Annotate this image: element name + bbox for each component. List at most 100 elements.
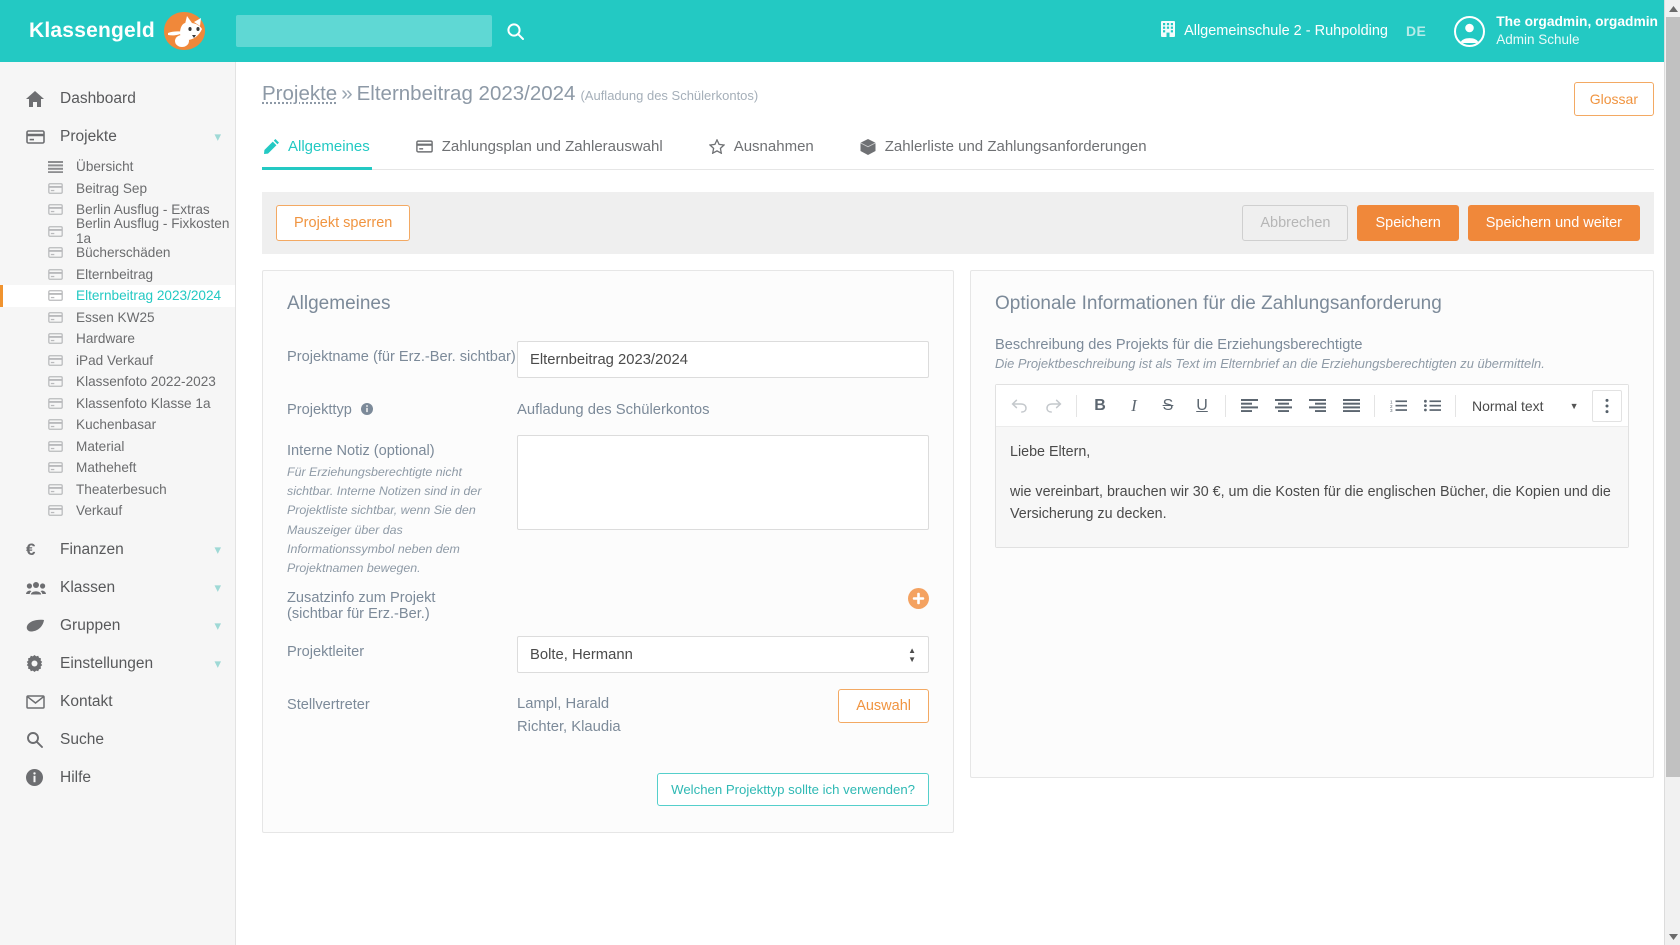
italic-button[interactable]: I xyxy=(1117,390,1151,422)
sidebar-subitem-essen-kw25[interactable]: Essen KW25 xyxy=(0,307,235,329)
search-input[interactable] xyxy=(236,15,492,47)
user-menu[interactable]: The orgadmin, orgadmin Admin Schule xyxy=(1454,13,1658,48)
project-type-help-button[interactable]: Welchen Projekttyp sollte ich verwenden? xyxy=(657,773,929,807)
sidebar-item-label: Gruppen xyxy=(60,616,121,634)
sidebar-subitem-klassenfoto-klasse-1a[interactable]: Klassenfoto Klasse 1a xyxy=(0,393,235,415)
project-lead-select[interactable]: Bolte, Hermann ▲ ▼ xyxy=(517,636,929,674)
sidebar-subitem-uebersicht[interactable]: Übersicht xyxy=(0,156,235,178)
vertical-scrollbar[interactable] xyxy=(1664,0,1680,945)
sidebar-item-label: Einstellungen xyxy=(60,654,154,672)
sidebar-subitem-elternbeitrag-2023-2024[interactable]: Elternbeitrag 2023/2024 xyxy=(0,285,235,307)
sidebar-item-dashboard[interactable]: Dashboard xyxy=(0,80,235,118)
sidebar-subitem-label: iPad Verkauf xyxy=(76,352,154,368)
sidebar-subitem-label: Kuchenbasar xyxy=(76,417,157,433)
sidebar-subitem-label: Elternbeitrag 2023/2024 xyxy=(76,288,222,304)
language-switcher[interactable]: DE xyxy=(1406,23,1426,39)
chevron-down-icon: ▾ xyxy=(214,579,221,595)
kebab-menu-icon[interactable] xyxy=(1592,389,1622,422)
tab-allgemeines[interactable]: Allgemeines xyxy=(262,128,372,170)
tab-zahlungsplan[interactable]: Zahlungsplan und Zahlerauswahl xyxy=(414,128,665,170)
sidebar-subitem-matheheft[interactable]: Matheheft xyxy=(0,457,235,479)
project-lead-value: Bolte, Hermann xyxy=(530,646,633,663)
scroll-up-icon[interactable] xyxy=(1665,0,1680,17)
sidebar-item-klassen[interactable]: Klassen ▾ xyxy=(0,569,235,607)
save-button[interactable]: Speichern xyxy=(1357,205,1459,241)
tab-zahlerliste[interactable]: Zahlerliste und Zahlungsanforderungen xyxy=(858,128,1149,170)
sidebar-item-label: Hilfe xyxy=(60,768,92,786)
school-selector[interactable]: Allgemeinschule 2 - Ruhpolding xyxy=(1161,21,1388,41)
scroll-down-icon[interactable] xyxy=(1665,928,1680,945)
pencil-icon xyxy=(264,139,279,154)
sidebar-item-einstellungen[interactable]: Einstellungen ▾ xyxy=(0,645,235,683)
cancel-button[interactable]: Abbrechen xyxy=(1242,205,1349,241)
tab-ausnahmen[interactable]: Ausnahmen xyxy=(707,128,816,170)
sidebar-subitem-material[interactable]: Material xyxy=(0,436,235,458)
sidebar-subitem-ipad-verkauf[interactable]: iPad Verkauf xyxy=(0,350,235,372)
ordered-list-icon[interactable]: 1 2 3 xyxy=(1381,390,1415,422)
sidebar-subitem-hardware[interactable]: Hardware xyxy=(0,328,235,350)
sidebar-item-finanzen[interactable]: € Finanzen ▾ xyxy=(0,531,235,569)
breadcrumb: Projekte» Elternbeitrag 2023/2024 (Aufladu… xyxy=(262,82,758,107)
card-icon xyxy=(48,290,66,302)
field-label: Projektleiter xyxy=(287,644,365,661)
sidebar-item-gruppen[interactable]: Gruppen ▾ xyxy=(0,607,235,645)
align-left-icon[interactable] xyxy=(1232,390,1266,422)
editor-content[interactable]: Liebe Eltern, wie vereinbart, brauchen w… xyxy=(996,427,1628,547)
sidebar-item-suche[interactable]: Suche xyxy=(0,721,235,759)
text-style-select[interactable]: Normal text ▼ xyxy=(1462,390,1589,422)
sidebar-subitem-kuchenbasar[interactable]: Kuchenbasar xyxy=(0,414,235,436)
undo-icon[interactable] xyxy=(1002,390,1036,422)
save-and-continue-button[interactable]: Speichern und weiter xyxy=(1467,205,1640,241)
card-icon xyxy=(48,462,66,474)
text-style-value: Normal text xyxy=(1472,397,1544,414)
strikethrough-button[interactable]: S xyxy=(1151,390,1185,422)
search-icon[interactable] xyxy=(506,22,525,41)
bullet-list-icon[interactable] xyxy=(1415,390,1449,422)
field-deputies: Stellvertreter Lampl, Harald Richter, Kl… xyxy=(287,689,929,739)
sidebar-item-label: Kontakt xyxy=(60,692,113,710)
add-extra-info-button[interactable] xyxy=(908,588,929,610)
editor-paragraph: Liebe Eltern, xyxy=(1010,444,1091,460)
euro-icon: € xyxy=(26,539,36,559)
main-content: Projekte» Elternbeitrag 2023/2024 (Aufladu… xyxy=(236,62,1680,945)
project-name-input[interactable] xyxy=(517,341,929,378)
scrollbar-thumb[interactable] xyxy=(1666,17,1680,777)
field-project-name: Projektname (für Erz.-Ber. sichtbar) xyxy=(287,341,929,378)
user-avatar-icon xyxy=(1454,15,1486,47)
internal-note-textarea[interactable] xyxy=(517,435,929,530)
bold-button[interactable]: B xyxy=(1083,390,1117,422)
brand-name: Klassengeld xyxy=(29,19,155,42)
align-right-icon[interactable] xyxy=(1300,390,1334,422)
underline-button[interactable]: U xyxy=(1185,390,1219,422)
sidebar-subitem-berlin-fixkosten[interactable]: Berlin Ausflug - Fixkosten 1a xyxy=(0,216,235,246)
sidebar-item-label: Projekte xyxy=(60,128,117,145)
sidebar-subitem-theaterbesuch[interactable]: Theaterbesuch xyxy=(0,479,235,501)
sidebar-subitem-verkauf[interactable]: Verkauf xyxy=(0,500,235,522)
breadcrumb-parent[interactable]: Projekte xyxy=(262,82,337,105)
brand-logo[interactable]: Klassengeld xyxy=(0,0,236,62)
glossar-button[interactable]: Glossar xyxy=(1573,82,1654,116)
select-deputies-button[interactable]: Auswahl xyxy=(838,689,929,724)
fox-logo-icon xyxy=(161,10,207,52)
field-label-text: Interne Notiz (optional) xyxy=(287,443,435,459)
sidebar-subitem-label: Hardware xyxy=(76,331,135,347)
lock-project-button[interactable]: Projekt sperren xyxy=(276,205,411,241)
sidebar-item-hilfe[interactable]: Hilfe xyxy=(0,759,235,797)
toolbar-divider xyxy=(1076,394,1077,417)
field-internal-note: Interne Notiz (optional) Für Erziehungsb… xyxy=(287,435,929,578)
sidebar-subitem-buecherschaeden[interactable]: Bücherschäden xyxy=(0,242,235,264)
sidebar-item-projekte[interactable]: Projekte ▾ xyxy=(0,118,235,156)
redo-icon[interactable] xyxy=(1036,390,1070,422)
sidebar-item-kontakt[interactable]: Kontakt xyxy=(0,683,235,721)
info-circle-icon[interactable] xyxy=(360,403,373,419)
field-control xyxy=(517,435,929,535)
align-center-icon[interactable] xyxy=(1266,390,1300,422)
align-justify-icon[interactable] xyxy=(1334,390,1368,422)
sidebar-subitem-elternbeitrag[interactable]: Elternbeitrag xyxy=(0,264,235,286)
card-icon xyxy=(48,505,66,517)
sidebar-subitem-klassenfoto-2022-2023[interactable]: Klassenfoto 2022-2023 xyxy=(0,371,235,393)
sidebar-subitem-beitrag-sep[interactable]: Beitrag Sep xyxy=(0,178,235,200)
select-box[interactable]: Bolte, Hermann ▲ ▼ xyxy=(517,636,929,674)
sidebar-subitem-label: Matheheft xyxy=(76,460,137,476)
